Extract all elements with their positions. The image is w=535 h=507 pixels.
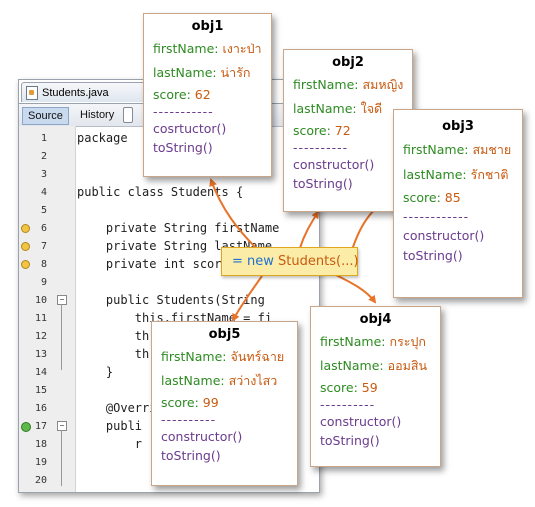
divider: ----------- <box>153 104 214 119</box>
field-label: lastName: <box>320 358 384 373</box>
constructor-call: Students(...) <box>278 254 359 269</box>
arrow-to-obj2 <box>299 210 320 249</box>
object-box-obj4: obj4 firstName: กระปุก lastName: ออมสิน … <box>310 306 441 467</box>
field-value: ออมสิน <box>387 358 428 373</box>
field-value: กระปุก <box>389 334 427 349</box>
field-label: score: <box>320 380 358 395</box>
field-value: สมชาย <box>472 142 512 157</box>
field-label: firstName: <box>293 77 359 92</box>
object-title: obj1 <box>191 19 224 34</box>
field-value: 99 <box>202 395 219 410</box>
arrow-to-obj5 <box>232 275 263 322</box>
field-label: lastName: <box>403 167 467 182</box>
field-label: firstName: <box>403 142 469 157</box>
divider: ---------- <box>320 397 376 412</box>
method-label: toString() <box>153 140 213 155</box>
method-label: toString() <box>403 248 463 263</box>
divider: ------------ <box>403 209 470 224</box>
object-title: obj5 <box>208 327 241 342</box>
method-label: constructor() <box>320 414 402 429</box>
field-value: สว่างไสว <box>228 373 278 388</box>
arrow-to-obj4 <box>335 274 377 304</box>
object-box-obj1: obj1 firstName: เงาะป่า lastName: น่ารัก… <box>143 13 272 177</box>
field-label: lastName: <box>153 65 217 80</box>
object-title: obj4 <box>359 312 392 327</box>
object-box-obj3: obj3 firstName: สมชาย lastName: รักชาติ … <box>393 109 523 298</box>
field-value: น่ารัก <box>220 65 251 80</box>
divider: ---------- <box>161 412 217 427</box>
field-value: 85 <box>444 190 461 205</box>
object-title: obj2 <box>332 55 364 70</box>
field-label: firstName: <box>161 349 227 364</box>
field-value: 72 <box>334 123 351 138</box>
arrow-to-obj1 <box>209 178 259 251</box>
field-label: score: <box>403 190 441 205</box>
field-label: score: <box>161 395 199 410</box>
method-label: toString() <box>161 448 221 463</box>
field-label: score: <box>293 123 331 138</box>
object-title: obj3 <box>442 119 474 134</box>
method-label: toString() <box>320 433 380 448</box>
field-label: score: <box>153 87 191 102</box>
field-value: 59 <box>361 380 378 395</box>
field-value: 62 <box>194 87 211 102</box>
field-value: จันทร์ฉาย <box>230 349 285 364</box>
field-label: firstName: <box>320 334 386 349</box>
new-keyword: = new <box>232 254 274 269</box>
field-value: รักชาติ <box>470 167 509 182</box>
new-students-callout: = new Students(...) <box>221 247 359 276</box>
field-value: ใจดี <box>360 101 383 116</box>
field-value: สมหญิง <box>362 77 404 92</box>
field-label: lastName: <box>293 101 357 116</box>
method-label: constructor() <box>403 228 485 243</box>
field-label: lastName: <box>161 373 225 388</box>
field-label: firstName: <box>153 41 219 56</box>
object-box-obj5: obj5 firstName: จันทร์ฉาย lastName: สว่า… <box>151 321 298 486</box>
method-label: constructor() <box>161 429 243 444</box>
field-value: เงาะป่า <box>222 41 262 56</box>
method-label: cosrtuctor() <box>153 121 227 136</box>
